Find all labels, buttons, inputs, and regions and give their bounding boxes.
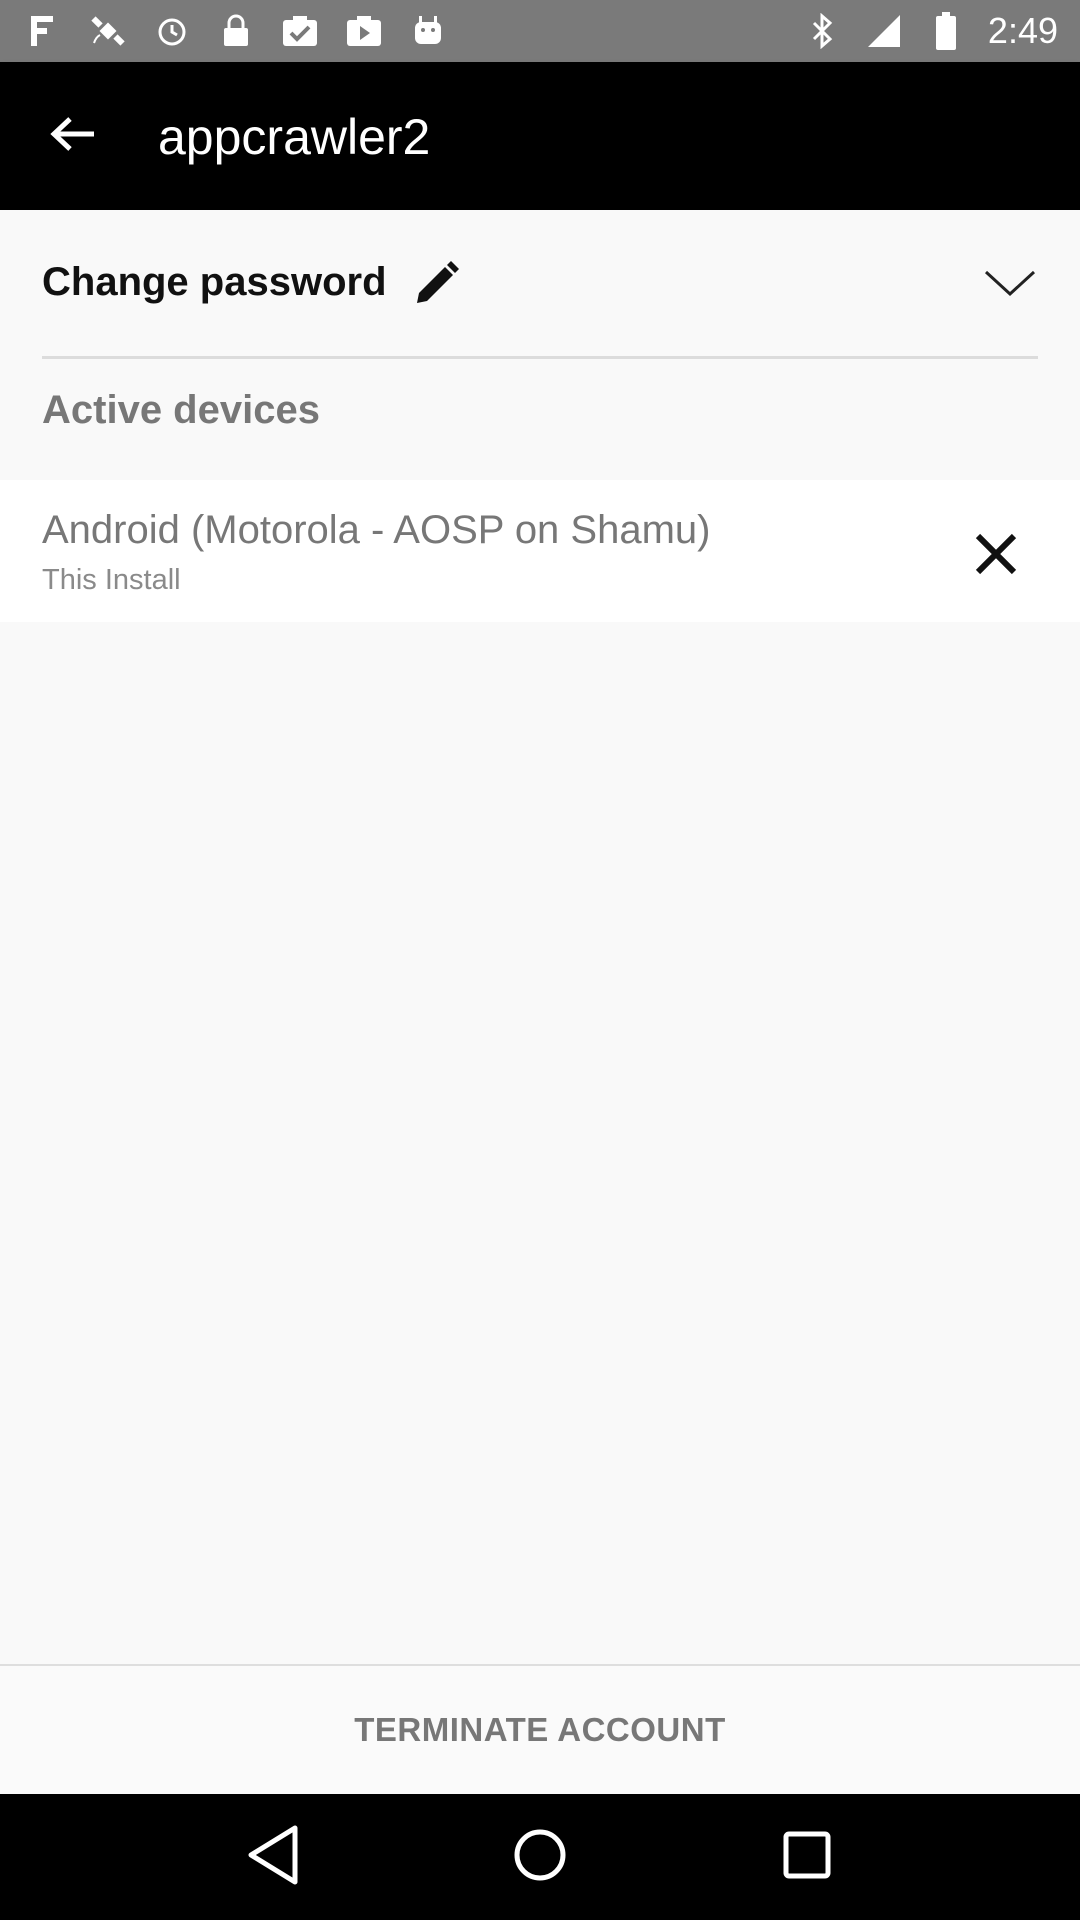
satellite-icon: [88, 11, 128, 51]
chevron-down-icon: [983, 268, 1037, 303]
list-item: Android (Motorola - AOSP on Shamu) This …: [0, 480, 1080, 622]
expand-change-password-button[interactable]: [980, 260, 1040, 310]
notification-f-icon: [24, 11, 64, 51]
device-name: Android (Motorola - AOSP on Shamu): [42, 508, 711, 552]
recents-square-icon: [782, 1830, 832, 1885]
signal-icon: [864, 11, 904, 51]
device-subtitle: This Install: [42, 564, 181, 596]
page-title: appcrawler2: [158, 109, 431, 165]
back-triangle-icon: [245, 1824, 301, 1891]
battery-icon: [926, 11, 966, 51]
remove-device-button[interactable]: [966, 526, 1026, 586]
arrow-back-icon: [50, 114, 96, 159]
status-left-icons: [0, 11, 448, 51]
play-store-icon: [344, 11, 384, 51]
back-button[interactable]: [38, 106, 108, 166]
close-icon: [973, 531, 1019, 582]
status-right-icons: 2:49: [802, 10, 1080, 52]
pencil-icon: [411, 259, 461, 314]
nav-home-button[interactable]: [500, 1817, 580, 1897]
nav-recents-button[interactable]: [767, 1817, 847, 1897]
system-nav-bar: [0, 1794, 1080, 1920]
app-bar: appcrawler2: [0, 62, 1080, 210]
home-circle-icon: [512, 1827, 568, 1888]
alarm-icon: [152, 11, 192, 51]
terminate-account-button[interactable]: TERMINATE ACCOUNT: [0, 1666, 1080, 1794]
android-icon: [408, 11, 448, 51]
clipboard-check-icon: [280, 11, 320, 51]
active-devices-header: Active devices: [42, 388, 320, 432]
bluetooth-icon: [802, 11, 842, 51]
edit-password-button[interactable]: [408, 258, 464, 314]
change-password-row[interactable]: Change password: [0, 210, 1080, 358]
terminate-account-label: TERMINATE ACCOUNT: [354, 1711, 726, 1748]
status-time: 2:49: [987, 10, 1058, 51]
divider: [42, 356, 1038, 359]
change-password-label: Change password: [42, 260, 387, 304]
nav-back-button[interactable]: [233, 1817, 313, 1897]
status-bar: 2:49: [0, 0, 1080, 62]
lock-icon: [216, 11, 256, 51]
